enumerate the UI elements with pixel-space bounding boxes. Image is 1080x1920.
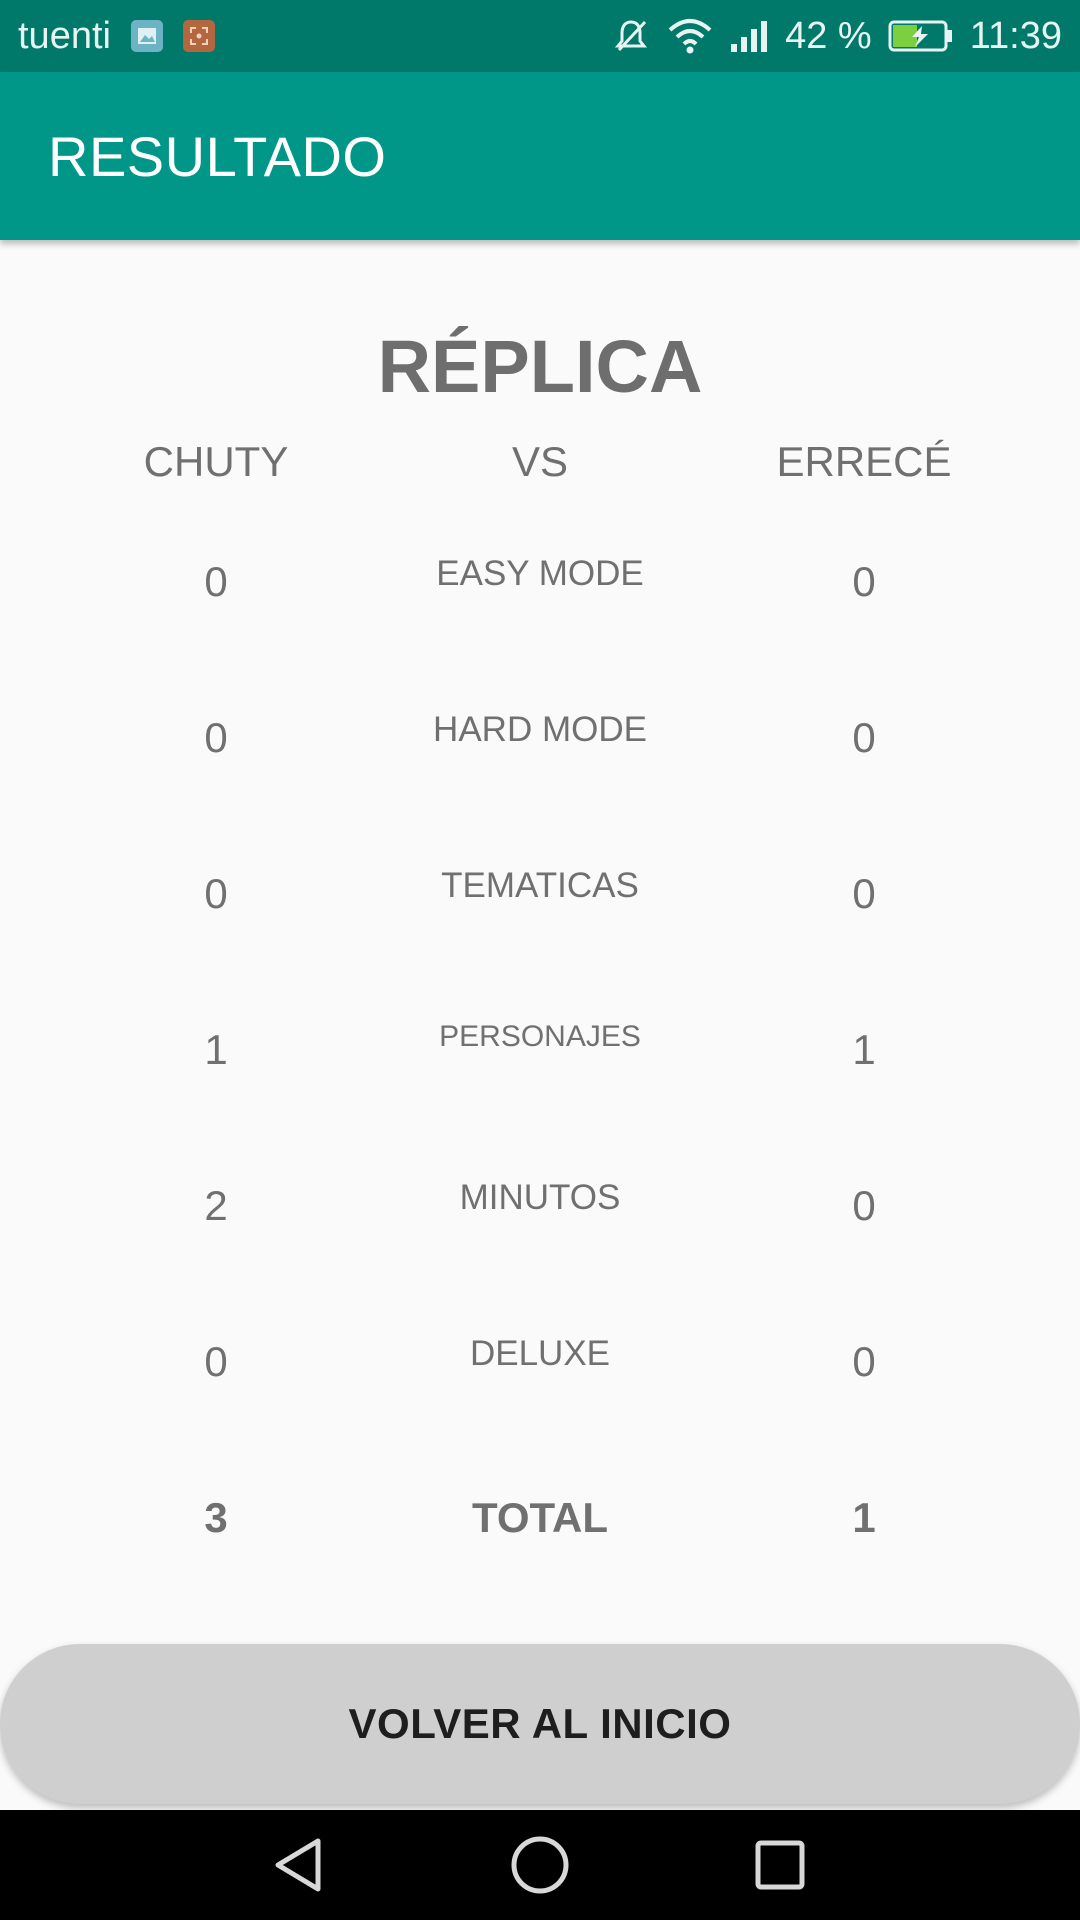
score-right: 0 — [852, 1182, 876, 1229]
back-to-start-label: VOLVER AL INICIO — [348, 1700, 732, 1747]
wifi-icon — [667, 16, 713, 56]
status-bar: tuenti 42 % 11:39 — [0, 0, 1080, 72]
score-left: 0 — [204, 870, 228, 917]
image-notification-icon — [130, 20, 163, 52]
category-label: PERSONAJES — [439, 1020, 641, 1053]
signal-icon — [729, 18, 769, 54]
battery-percent: 42 % — [785, 14, 872, 57]
player-right-name: ERRECÉ — [776, 438, 952, 485]
score-left: 0 — [204, 1338, 228, 1385]
vs-label: VS — [511, 438, 569, 485]
category-label: DELUXE — [469, 1334, 611, 1373]
battery-charging-icon — [888, 19, 954, 53]
app-bar: RESULTADO — [0, 72, 1080, 240]
page-title: RESULTADO — [48, 124, 387, 188]
mute-icon — [611, 16, 651, 56]
score-right: 0 — [852, 1338, 876, 1385]
score-right: 0 — [852, 714, 876, 761]
match-title: RÉPLICA — [377, 325, 703, 408]
back-icon[interactable] — [270, 1835, 326, 1895]
player-left-name: CHUTY — [143, 438, 289, 485]
screenshot-notification-icon — [182, 20, 215, 52]
results-panel: RÉPLICA CHUTY VS ERRECÉ 0 EASY MODE 0 0 … — [0, 240, 1080, 1810]
score-left: 0 — [204, 714, 228, 761]
total-label: TOTAL — [471, 1494, 609, 1541]
score-right: 0 — [852, 558, 876, 605]
total-right: 1 — [852, 1494, 876, 1541]
score-right: 0 — [852, 870, 876, 917]
carrier-name: tuenti — [18, 14, 111, 57]
total-left: 3 — [204, 1494, 228, 1541]
score-left: 0 — [204, 558, 228, 605]
score-right: 1 — [852, 1026, 876, 1073]
recents-icon[interactable] — [752, 1837, 808, 1893]
score-left: 1 — [204, 1026, 228, 1073]
back-to-start-button[interactable]: VOLVER AL INICIO — [0, 1644, 1080, 1804]
clock: 11:39 — [969, 14, 1062, 57]
score-left: 2 — [204, 1182, 228, 1229]
category-label: TEMATICAS — [441, 866, 639, 905]
navigation-bar — [0, 1810, 1080, 1920]
home-icon[interactable] — [508, 1833, 572, 1897]
category-label: MINUTOS — [459, 1178, 621, 1217]
category-label: HARD MODE — [433, 710, 647, 749]
category-label: EASY MODE — [436, 554, 644, 593]
